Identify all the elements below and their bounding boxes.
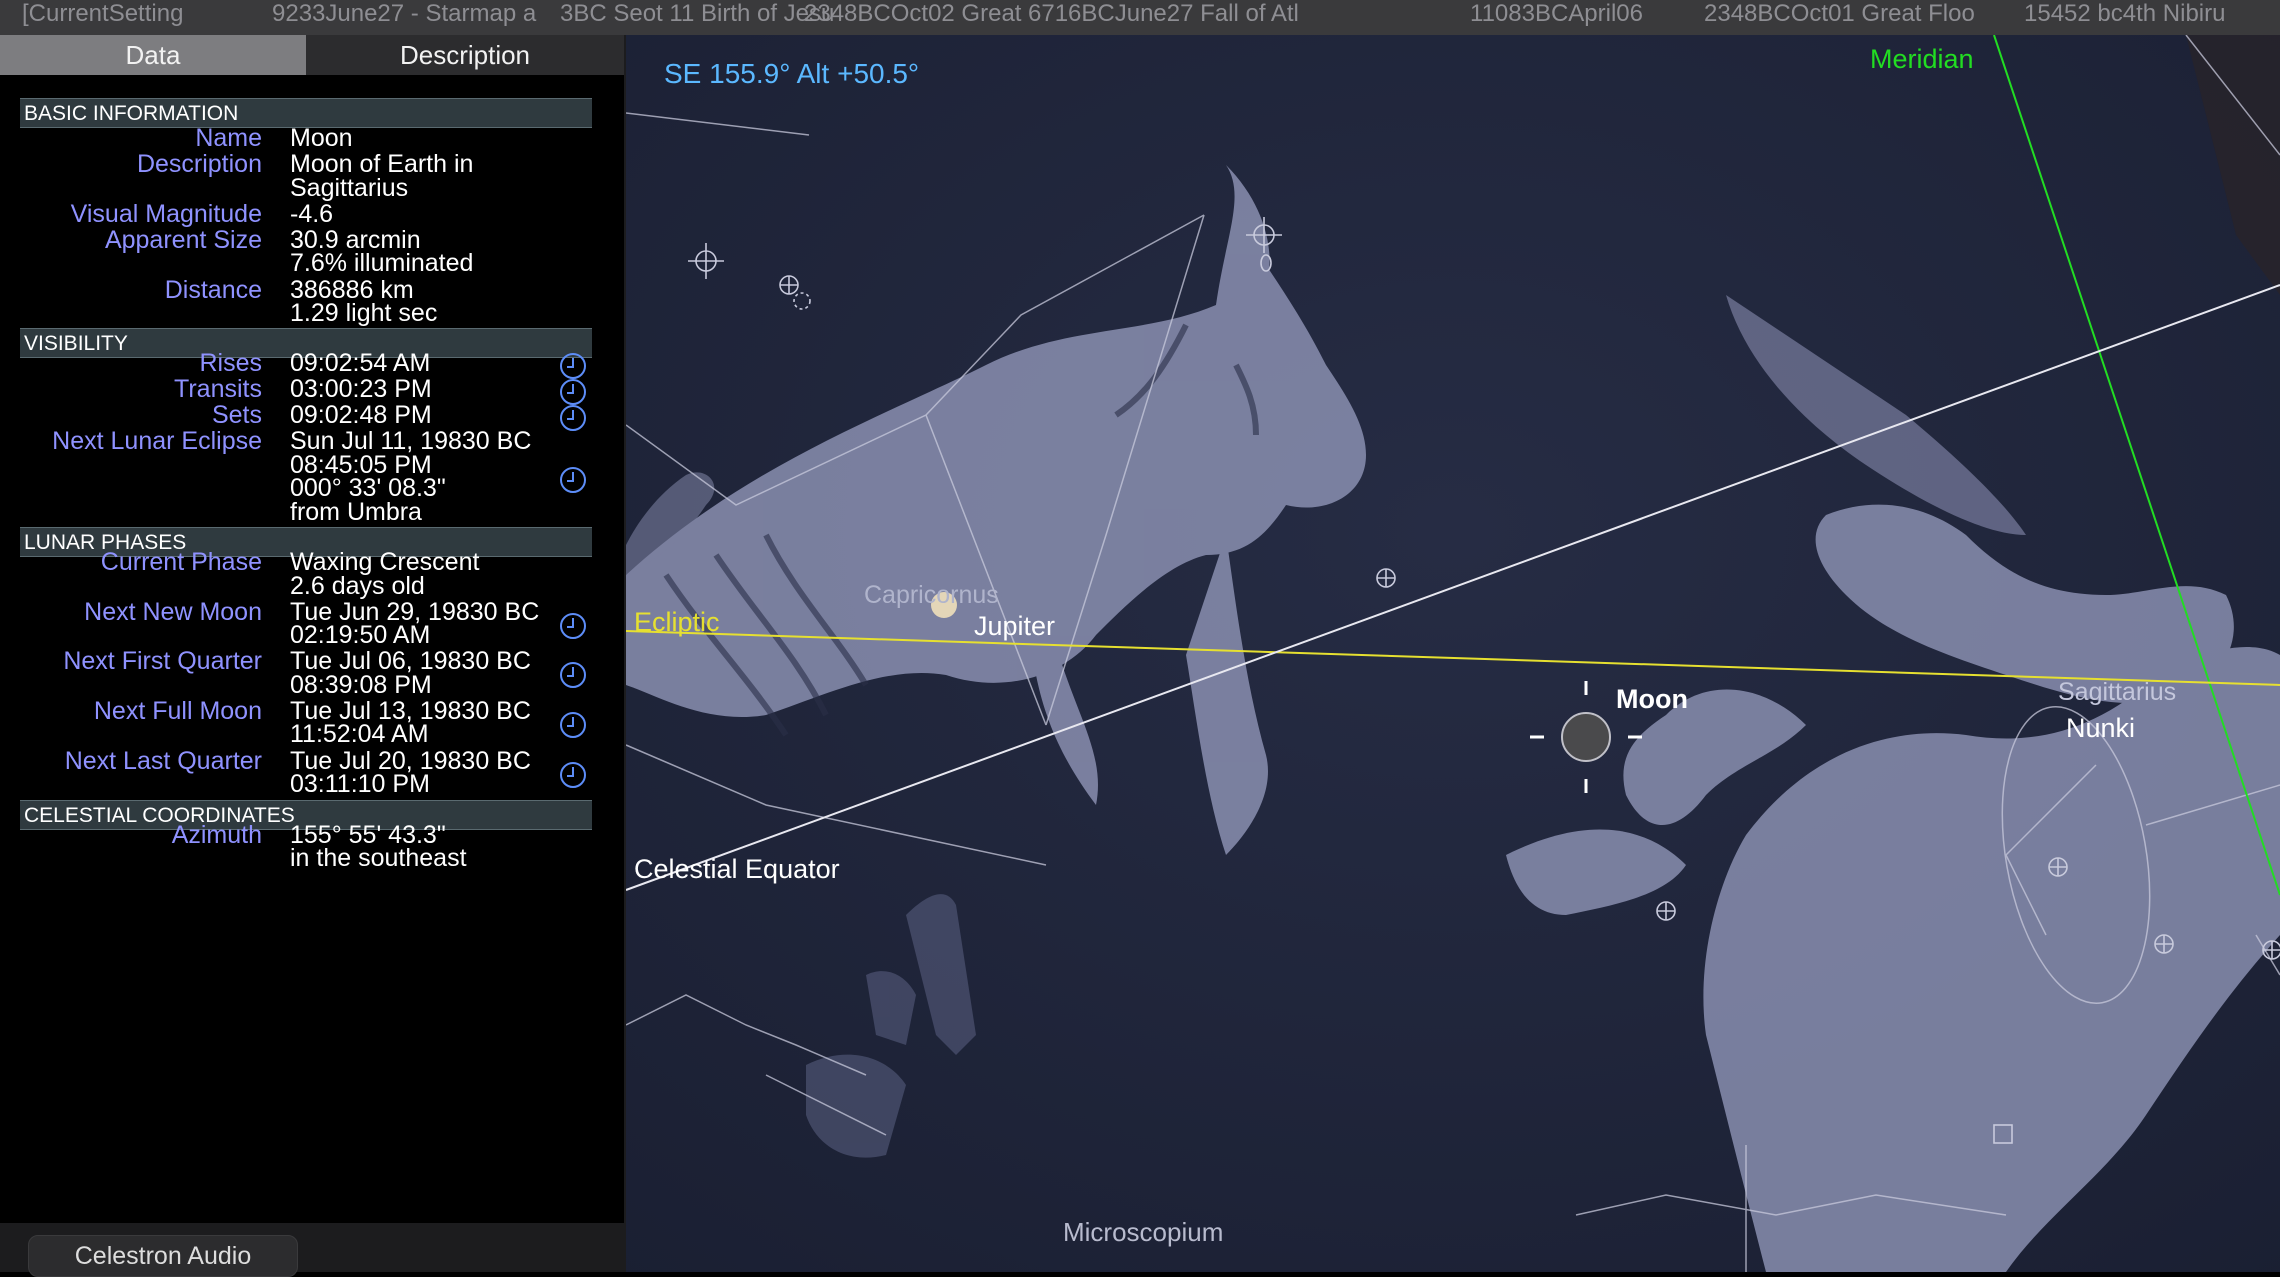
info-panel: Data Description BASIC INFORMATION Name … xyxy=(0,35,626,1277)
distance-label: Distance xyxy=(164,276,262,304)
apparent-size-label: Apparent Size xyxy=(104,226,262,254)
panel-bottom-bar: Celestron Audio xyxy=(0,1223,624,1277)
sky-chart-view[interactable]: SE 155.9° Alt +50.5° Meridian Ecliptic C… xyxy=(626,35,2280,1272)
segmented-control: Data Description xyxy=(0,35,624,75)
next-new-moon-label: Next New Moon xyxy=(84,598,262,626)
sets-clock-icon[interactable] xyxy=(560,405,586,431)
tab-current-settings[interactable]: [CurrentSettings] xyxy=(22,0,182,35)
nunki-label[interactable]: Nunki xyxy=(2066,713,2135,743)
moon-label[interactable]: Moon xyxy=(1616,684,1688,714)
sagittarius-label: Sagittarius xyxy=(2058,678,2176,706)
current-phase-label: Current Phase xyxy=(100,548,262,576)
last-quarter-clock-icon[interactable] xyxy=(560,762,586,788)
next-full-moon-label: Next Full Moon xyxy=(93,697,262,725)
next-last-quarter-label: Next Last Quarter xyxy=(64,747,262,775)
eclipse-umbra-value: from Umbra xyxy=(290,498,422,526)
azimuth-label: Azimuth xyxy=(171,821,262,849)
galaxy-marker-5 xyxy=(2154,934,2174,954)
tab-great-flood-2[interactable]: 2348BCOct01 Great Floo xyxy=(1704,0,1990,35)
next-last-quarter-time: 03:11:10 PM xyxy=(290,770,430,798)
celestial-equator-label: Celestial Equator xyxy=(634,854,840,884)
next-lunar-eclipse-label: Next Lunar Eclipse xyxy=(52,427,262,455)
distance-light-value: 1.29 light sec xyxy=(290,299,438,327)
data-tab[interactable]: Data xyxy=(0,35,306,75)
full-moon-clock-icon[interactable] xyxy=(560,712,586,738)
tab-great-flood[interactable]: 2348BCOct02 Great Floo xyxy=(804,0,1024,35)
transits-clock-icon[interactable] xyxy=(560,379,586,405)
eclipse-clock-icon[interactable] xyxy=(560,467,586,493)
description-tab[interactable]: Description xyxy=(306,35,624,75)
tab-starmap[interactable]: 9233June27 - Starmap a xyxy=(272,0,562,35)
celestron-audio-button[interactable]: Celestron Audio xyxy=(28,1235,298,1277)
first-quarter-clock-icon[interactable] xyxy=(560,662,586,688)
tab-11083bc[interactable]: 11083BCApril06 xyxy=(1470,0,1710,35)
capricornus-label: Capricornus xyxy=(864,581,999,609)
galaxy-marker-4 xyxy=(2048,857,2068,877)
document-tab-strip: [CurrentSettings] 9233June27 - Starmap a… xyxy=(0,0,2280,35)
galaxy-marker-1 xyxy=(779,275,799,295)
ecliptic-label: Ecliptic xyxy=(634,607,720,637)
jupiter-label[interactable]: Jupiter xyxy=(974,611,1055,641)
sky-canvas[interactable]: SE 155.9° Alt +50.5° Meridian Ecliptic C… xyxy=(626,35,2280,1272)
galaxy-marker-2 xyxy=(1376,568,1396,588)
galaxy-marker-6 xyxy=(2262,940,2280,960)
sky-heading-readout: SE 155.9° Alt +50.5° xyxy=(664,58,919,89)
rises-clock-icon[interactable] xyxy=(560,353,586,379)
next-first-quarter-label: Next First Quarter xyxy=(63,647,262,675)
microscopium-label: Microscopium xyxy=(1063,1217,1223,1247)
galaxy-marker-3 xyxy=(1656,901,1676,921)
moon-disk xyxy=(1561,712,1611,762)
tab-nibiru[interactable]: 15452 bc4th Nibiru xyxy=(2024,0,2280,35)
tab-fall-of-atlantis[interactable]: 6716BCJune27 Fall of Atl xyxy=(1028,0,1418,35)
meridian-label: Meridian xyxy=(1870,44,1974,74)
azimuth-direction-value: in the southeast xyxy=(290,844,467,872)
description-label: Description xyxy=(136,150,262,178)
new-moon-clock-icon[interactable] xyxy=(560,613,586,639)
